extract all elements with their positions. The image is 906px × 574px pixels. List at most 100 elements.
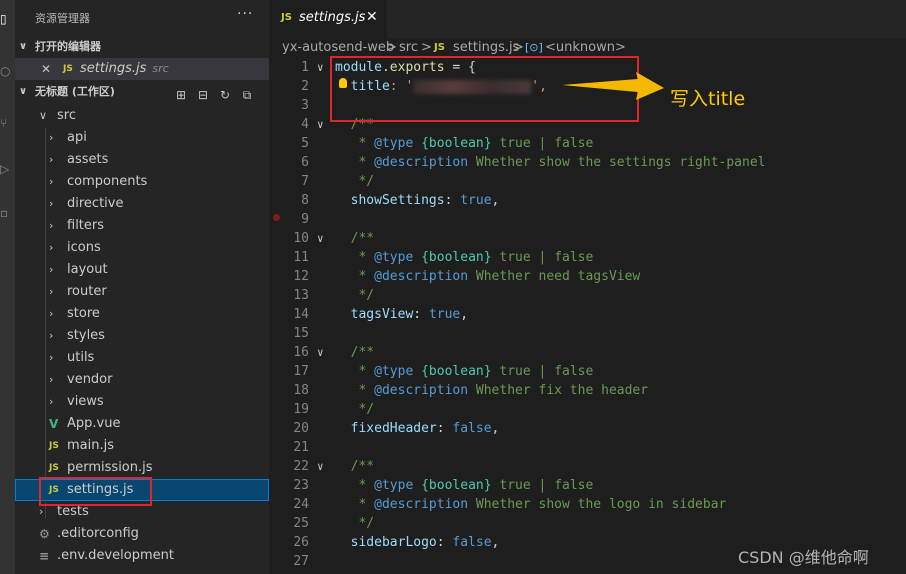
collapse-all-icon[interactable]: ⧉ [239, 87, 255, 103]
tree-item-label: styles [67, 328, 105, 343]
code-line[interactable]: 5 * @type {boolean} true | false [269, 134, 906, 153]
extensions-icon[interactable]: ▫ [0, 204, 15, 222]
breadcrumb-folder[interactable]: src [399, 40, 418, 55]
code-token: /** [350, 345, 375, 360]
tree-item[interactable]: › components [15, 171, 269, 193]
fold-chevron-icon[interactable]: ∨ [317, 229, 324, 248]
source-control-icon[interactable]: ⑂ [0, 114, 15, 132]
code-line[interactable]: 6 * @description Whether show the settin… [269, 153, 906, 172]
code-token: , [491, 535, 500, 550]
search-icon[interactable]: ○ [0, 62, 15, 80]
chevron-down-icon: ∨ [39, 109, 48, 122]
code-token: @description [374, 497, 469, 512]
code-line[interactable]: 23 * @type {boolean} true | false [269, 476, 906, 495]
tree-item[interactable]: › router [15, 281, 269, 303]
code-line[interactable]: 13 */ [269, 286, 906, 305]
tree-item[interactable]: › views [15, 391, 269, 413]
tree-item[interactable]: › assets [15, 149, 269, 171]
fold-chevron-icon[interactable]: ∨ [317, 457, 324, 476]
tree-item[interactable]: › styles [15, 325, 269, 347]
code-token: {boolean} [421, 478, 492, 493]
code-line[interactable]: 20 fixedHeader: false, [269, 419, 906, 438]
line-number: 10 [293, 231, 309, 246]
code-line[interactable]: 19 */ [269, 400, 906, 419]
tree-item[interactable]: V App.vue [15, 413, 269, 435]
code-line[interactable]: 9 [269, 210, 906, 229]
more-actions-icon[interactable]: ··· [237, 6, 253, 22]
line-number: 19 [293, 402, 309, 417]
fold-chevron-icon[interactable]: ∨ [317, 115, 324, 134]
open-editor-folder: src [152, 62, 169, 75]
refresh-icon[interactable]: ↻ [217, 87, 233, 103]
code-token: {boolean} [421, 136, 492, 151]
code-line[interactable]: 14 tagsView: true, [269, 305, 906, 324]
open-editors-header[interactable]: ∨ 打开的编辑器 [15, 36, 269, 58]
line-number: 17 [293, 364, 309, 379]
breadcrumb-project[interactable]: yx-autosend-web [282, 40, 394, 55]
code-text: sidebarLogo: false, [335, 533, 500, 552]
code-line[interactable]: 17 * @type {boolean} true | false [269, 362, 906, 381]
code-token: Whether show the settings right-panel [468, 155, 766, 170]
code-line[interactable]: 21 [269, 438, 906, 457]
fold-chevron-icon[interactable]: ∨ [317, 58, 324, 77]
tree-item[interactable]: › icons [15, 237, 269, 259]
code-token: */ [350, 516, 375, 531]
code-token: true [428, 307, 461, 322]
tree-item[interactable]: ∨ src [15, 105, 269, 127]
breadcrumb-file[interactable]: settings.js [453, 40, 519, 55]
open-editor-item[interactable]: ✕ JS settings.js src [15, 58, 269, 80]
code-token: */ [350, 174, 375, 189]
tree-item[interactable]: › store [15, 303, 269, 325]
close-icon[interactable]: ✕ [366, 9, 378, 25]
tree-item[interactable]: › filters [15, 215, 269, 237]
breadcrumb-symbol[interactable]: <unknown> [545, 40, 626, 55]
code-token: /** [350, 459, 375, 474]
js-file-icon: JS [49, 441, 59, 451]
run-icon[interactable]: ▷ [0, 160, 15, 178]
line-number: 18 [293, 383, 309, 398]
code-token: : [413, 307, 429, 322]
tree-item[interactable]: JS main.js [15, 435, 269, 457]
chevron-right-icon: › [49, 329, 54, 342]
new-file-icon[interactable]: ⊞ [173, 87, 189, 103]
explorer-icon[interactable]: ▯ [0, 10, 15, 28]
chevron-down-icon: ∨ [19, 41, 28, 52]
code-text: /** [335, 457, 374, 476]
tree-item[interactable]: › vendor [15, 369, 269, 391]
tab-settings-js[interactable]: JS settings.js ✕ [269, 0, 387, 38]
code-token: showSettings [350, 193, 445, 208]
code-text: */ [335, 286, 374, 305]
js-file-icon: JS [63, 64, 73, 74]
open-editors-label: 打开的编辑器 [35, 40, 101, 53]
code-token: @type [374, 478, 414, 493]
tree-item[interactable]: › layout [15, 259, 269, 281]
tree-item[interactable]: ⚙ .editorconfig [15, 523, 269, 545]
tree-item[interactable]: JS permission.js [15, 457, 269, 479]
code-line[interactable]: 12 * @description Whether need tagsView [269, 267, 906, 286]
breadcrumb: yx-autosend-web > src > JS settings.js >… [269, 38, 906, 58]
code-line[interactable]: 11 * @type {boolean} true | false [269, 248, 906, 267]
new-folder-icon[interactable]: ⊟ [195, 87, 211, 103]
line-number: 16 [293, 345, 309, 360]
fold-chevron-icon[interactable]: ∨ [317, 343, 324, 362]
code-line[interactable]: 7 */ [269, 172, 906, 191]
tree-item[interactable]: › api [15, 127, 269, 149]
tree-item[interactable]: ≡ .env.development [15, 545, 269, 567]
line-number: 23 [293, 478, 309, 493]
code-line[interactable]: 10 ∨ /** [269, 229, 906, 248]
code-line[interactable]: 22 ∨ /** [269, 457, 906, 476]
code-line[interactable]: 25 */ [269, 514, 906, 533]
code-line[interactable]: 24 * @description Whether show the logo … [269, 495, 906, 514]
code-token: * [350, 250, 375, 265]
code-line[interactable]: 16 ∨ /** [269, 343, 906, 362]
tree-item[interactable]: › utils [15, 347, 269, 369]
breakpoint-hint-icon[interactable] [273, 214, 280, 221]
code-token: , [491, 421, 500, 436]
code-token: false [554, 136, 594, 151]
code-line[interactable]: 8 showSettings: true, [269, 191, 906, 210]
code-line[interactable]: 15 [269, 324, 906, 343]
chevron-right-icon: › [49, 131, 54, 144]
close-icon[interactable]: ✕ [41, 58, 51, 80]
tree-item[interactable]: › directive [15, 193, 269, 215]
code-line[interactable]: 18 * @description Whether fix the header [269, 381, 906, 400]
